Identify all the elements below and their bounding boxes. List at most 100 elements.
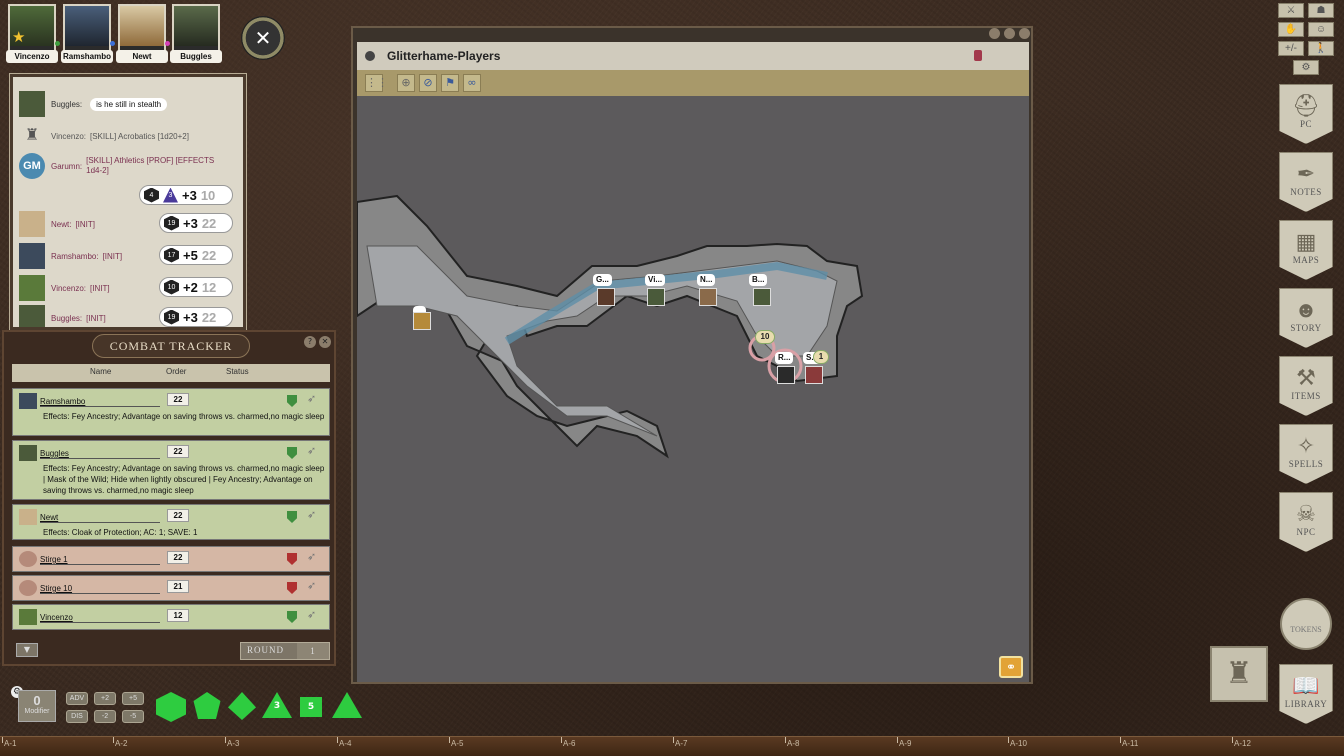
token[interactable] xyxy=(699,288,717,306)
d8-icon[interactable]: 3 xyxy=(262,692,292,718)
token[interactable] xyxy=(597,288,615,306)
portrait-ramshambo[interactable]: Ramshambo xyxy=(61,4,115,63)
modifier-box[interactable]: 0 Modifier xyxy=(18,690,56,722)
token[interactable] xyxy=(753,288,771,306)
token[interactable] xyxy=(413,312,431,330)
combatant-name[interactable]: Stirge 10 xyxy=(40,584,160,594)
expand-toggle[interactable]: ▼ xyxy=(16,643,38,657)
no-target-icon[interactable]: ⊘ xyxy=(419,74,437,92)
combatant-name[interactable]: Ramshambo xyxy=(40,397,160,407)
minus5-button[interactable]: -5 xyxy=(122,710,144,723)
help-icon[interactable]: ? xyxy=(304,336,316,348)
person-icon[interactable]: 🚶 xyxy=(1308,41,1334,56)
initiative-field[interactable]: 22 xyxy=(167,393,189,406)
portrait-buggles[interactable]: Buggles xyxy=(170,4,222,63)
combatant-row[interactable]: Buggles 22 ➶ Effects: Fey Ancestry; Adva… xyxy=(12,440,330,500)
adv-button[interactable]: ADV xyxy=(66,692,88,705)
wing-icon[interactable]: ➶ xyxy=(307,609,319,621)
combatant-row[interactable]: Stirge 10 21 ➶ xyxy=(12,575,330,601)
friend-shield-icon[interactable] xyxy=(287,511,297,523)
wing-icon[interactable]: ➶ xyxy=(307,393,319,405)
map-window[interactable]: Glitterhame-Players ⋮⋮ ⊕ ⊘ ⚑ ∞ G... Vi..… xyxy=(351,26,1033,684)
sidebar-library-button[interactable]: 📖 LIBRARY xyxy=(1279,664,1333,724)
grid-icon[interactable]: ⋮⋮ xyxy=(365,74,388,92)
combatant-name[interactable]: Stirge 1 xyxy=(40,555,160,565)
sword-icon[interactable]: ⚔ xyxy=(1278,3,1304,18)
gear-icon[interactable]: ⚙ xyxy=(1293,60,1319,75)
lock-icon[interactable] xyxy=(1004,28,1015,39)
sidebar-items-button[interactable]: ⚒ ITEMS xyxy=(1279,356,1333,416)
combatant-row[interactable]: Ramshambo 22 ➶ Effects: Fey Ancestry; Ad… xyxy=(12,388,330,436)
map-canvas[interactable]: G... Vi... N... B... ... R... S... 10 1 … xyxy=(357,96,1029,682)
hand-icon[interactable]: ✋ xyxy=(1278,22,1304,37)
token[interactable] xyxy=(777,366,795,384)
grid-coordinate: A-8 xyxy=(784,737,800,748)
friend-shield-icon[interactable] xyxy=(287,395,297,407)
people-icon[interactable]: ☺ xyxy=(1308,22,1334,37)
wing-icon[interactable]: ➶ xyxy=(307,445,319,457)
plus5-button[interactable]: +5 xyxy=(122,692,144,705)
plus2-button[interactable]: +2 xyxy=(94,692,116,705)
dice-tower-button[interactable]: ♜ xyxy=(1210,646,1268,702)
cave-map xyxy=(357,194,864,459)
sidebar-label: PC xyxy=(1299,119,1312,129)
mask-icon[interactable]: ∞ xyxy=(463,74,481,92)
wing-icon[interactable]: ➶ xyxy=(307,551,319,563)
d10-icon[interactable] xyxy=(228,692,256,720)
combatant-row[interactable]: Newt 22 ➶ Effects: Cloak of Protection; … xyxy=(12,504,330,540)
help-icon[interactable] xyxy=(989,28,1000,39)
modifier-button[interactable]: +/- xyxy=(1278,41,1304,56)
token[interactable] xyxy=(647,288,665,306)
d4-icon[interactable] xyxy=(332,692,362,718)
sidebar-pc-button[interactable]: ⛑ PC xyxy=(1279,84,1333,144)
d12-icon[interactable] xyxy=(193,692,221,719)
sword-icon: ⚒ xyxy=(1296,365,1316,390)
combatant-name[interactable]: Buggles xyxy=(40,449,160,459)
combatant-name[interactable]: Newt xyxy=(40,513,160,523)
dis-button[interactable]: DIS xyxy=(66,710,88,723)
combat-tracker-window[interactable]: COMBAT TRACKER ? ✕ Name Order Status Ram… xyxy=(2,330,336,666)
wing-icon[interactable]: ➶ xyxy=(307,580,319,592)
wing-icon[interactable]: ➶ xyxy=(307,509,319,521)
lock-icon[interactable] xyxy=(974,50,982,61)
sidebar-maps-button[interactable]: ▦ MAPS xyxy=(1279,220,1333,280)
friend-shield-icon[interactable] xyxy=(287,447,297,459)
chat-window[interactable]: Buggles: is he still in stealth ♜ Vincen… xyxy=(9,73,247,331)
initiative-field[interactable]: 22 xyxy=(167,551,189,564)
combatant-row[interactable]: Vincenzo 12 ➶ xyxy=(12,604,330,630)
round-label: ROUND xyxy=(247,645,285,655)
d20-icon[interactable] xyxy=(156,692,186,722)
combatant-name[interactable]: Vincenzo xyxy=(40,613,160,623)
minus2-button[interactable]: -2 xyxy=(94,710,116,723)
foe-shield-icon[interactable] xyxy=(287,553,297,565)
flag-icon[interactable]: ⚑ xyxy=(441,74,459,92)
die-badge: 19 xyxy=(164,309,179,325)
foe-shield-icon[interactable] xyxy=(287,582,297,594)
d6-icon[interactable]: 5 xyxy=(300,697,322,717)
close-icon[interactable] xyxy=(1019,28,1030,39)
sidebar-story-button[interactable]: ☻ STORY xyxy=(1279,288,1333,348)
group-icon[interactable]: ☗ xyxy=(1308,3,1334,18)
combatant-row[interactable]: Stirge 1 22 ➶ xyxy=(12,546,330,572)
sidebar-notes-button[interactable]: ✒ NOTES xyxy=(1279,152,1333,212)
dice-tower-icon[interactable]: ✕ xyxy=(241,16,285,60)
sidebar-npc-button[interactable]: ☠ NPC xyxy=(1279,492,1333,552)
portrait-vincenzo[interactable]: ★ Vincenzo xyxy=(6,4,60,63)
round-value[interactable]: 1 xyxy=(297,643,329,659)
initiative-field[interactable]: 21 xyxy=(167,580,189,593)
portrait-newt[interactable]: Newt xyxy=(116,4,170,63)
friend-shield-icon[interactable] xyxy=(287,611,297,623)
target-icon[interactable]: ⊕ xyxy=(397,74,415,92)
close-icon[interactable]: ✕ xyxy=(319,336,331,348)
initiative-field[interactable]: 22 xyxy=(167,445,189,458)
grid-coordinate: A-6 xyxy=(560,737,576,748)
link-icon[interactable]: ⚭ xyxy=(999,656,1023,678)
avatar xyxy=(19,275,45,301)
initiative-field[interactable]: 12 xyxy=(167,609,189,622)
sidebar-spells-button[interactable]: ✧ SPELLS xyxy=(1279,424,1333,484)
initiative-field[interactable]: 22 xyxy=(167,509,189,522)
token[interactable] xyxy=(805,366,823,384)
status-dot xyxy=(165,41,170,46)
modifier-label: Modifier xyxy=(24,708,50,715)
sidebar-tokens-button[interactable]: TOKENS xyxy=(1280,598,1332,650)
